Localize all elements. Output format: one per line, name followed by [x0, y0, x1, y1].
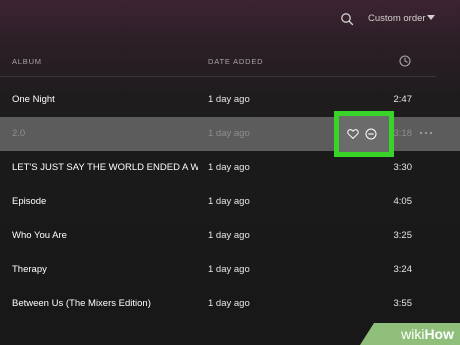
track-duration: 3:55 [393, 298, 413, 309]
track-title: One Night [12, 94, 55, 105]
track-date-added: 1 day ago [208, 298, 250, 309]
track-title: Between Us (The Mixers Edition) [12, 298, 151, 309]
track-row-selected[interactable]: 2.0 1 day ago 3:18 [0, 111, 460, 157]
track-date-added: 1 day ago [208, 264, 250, 275]
search-icon[interactable] [340, 12, 354, 26]
watermark-how: How [424, 326, 454, 342]
track-row[interactable]: Who You Are 1 day ago 3:25 [0, 219, 460, 253]
more-icon[interactable] [419, 131, 433, 135]
track-date-added: 1 day ago [208, 128, 250, 139]
track-title: 2.0 [12, 128, 26, 139]
toolbar: Custom order [0, 0, 460, 40]
track-row[interactable]: Between Us (The Mixers Edition) 1 day ag… [0, 287, 460, 321]
track-duration: 4:05 [393, 196, 413, 207]
track-title: Who You Are [12, 230, 67, 241]
track-date-added: 1 day ago [208, 94, 250, 105]
track-date-added: 1 day ago [208, 196, 250, 207]
track-duration: 3:24 [393, 264, 413, 275]
track-row[interactable]: Therapy 1 day ago 3:24 [0, 253, 460, 287]
track-duration: 3:25 [393, 230, 413, 241]
heart-icon[interactable] [347, 128, 359, 140]
track-title: LET'S JUST SAY THE WORLD ENDED A WEE... [12, 162, 198, 173]
clock-icon[interactable] [399, 55, 411, 67]
minus-circle-icon[interactable] [365, 128, 377, 140]
track-duration: 3:30 [393, 162, 413, 173]
album-column-header[interactable]: ALBUM [12, 57, 42, 66]
track-title: Therapy [12, 264, 47, 275]
track-duration: 2:47 [393, 94, 413, 105]
track-duration: 3:18 [393, 128, 413, 139]
track-list-header: ALBUM DATE ADDED [0, 48, 460, 76]
header-divider [0, 76, 436, 77]
track-date-added: 1 day ago [208, 230, 250, 241]
wikihow-watermark: wikiHow [350, 321, 460, 345]
sort-dropdown[interactable]: Custom order [368, 13, 426, 24]
track-title: Episode [12, 196, 47, 207]
date-added-column-header[interactable]: DATE ADDED [208, 57, 263, 66]
watermark-wiki: wiki [401, 326, 425, 342]
track-row[interactable]: LET'S JUST SAY THE WORLD ENDED A WEE... … [0, 151, 460, 185]
track-date-added: 1 day ago [208, 162, 250, 173]
watermark-text: wikiHow [401, 326, 454, 342]
track-row[interactable]: Episode 1 day ago 4:05 [0, 185, 460, 219]
track-list: One Night 1 day ago 2:47 2.0 1 day ago 3… [0, 83, 460, 321]
caret-down-icon[interactable] [427, 15, 435, 21]
